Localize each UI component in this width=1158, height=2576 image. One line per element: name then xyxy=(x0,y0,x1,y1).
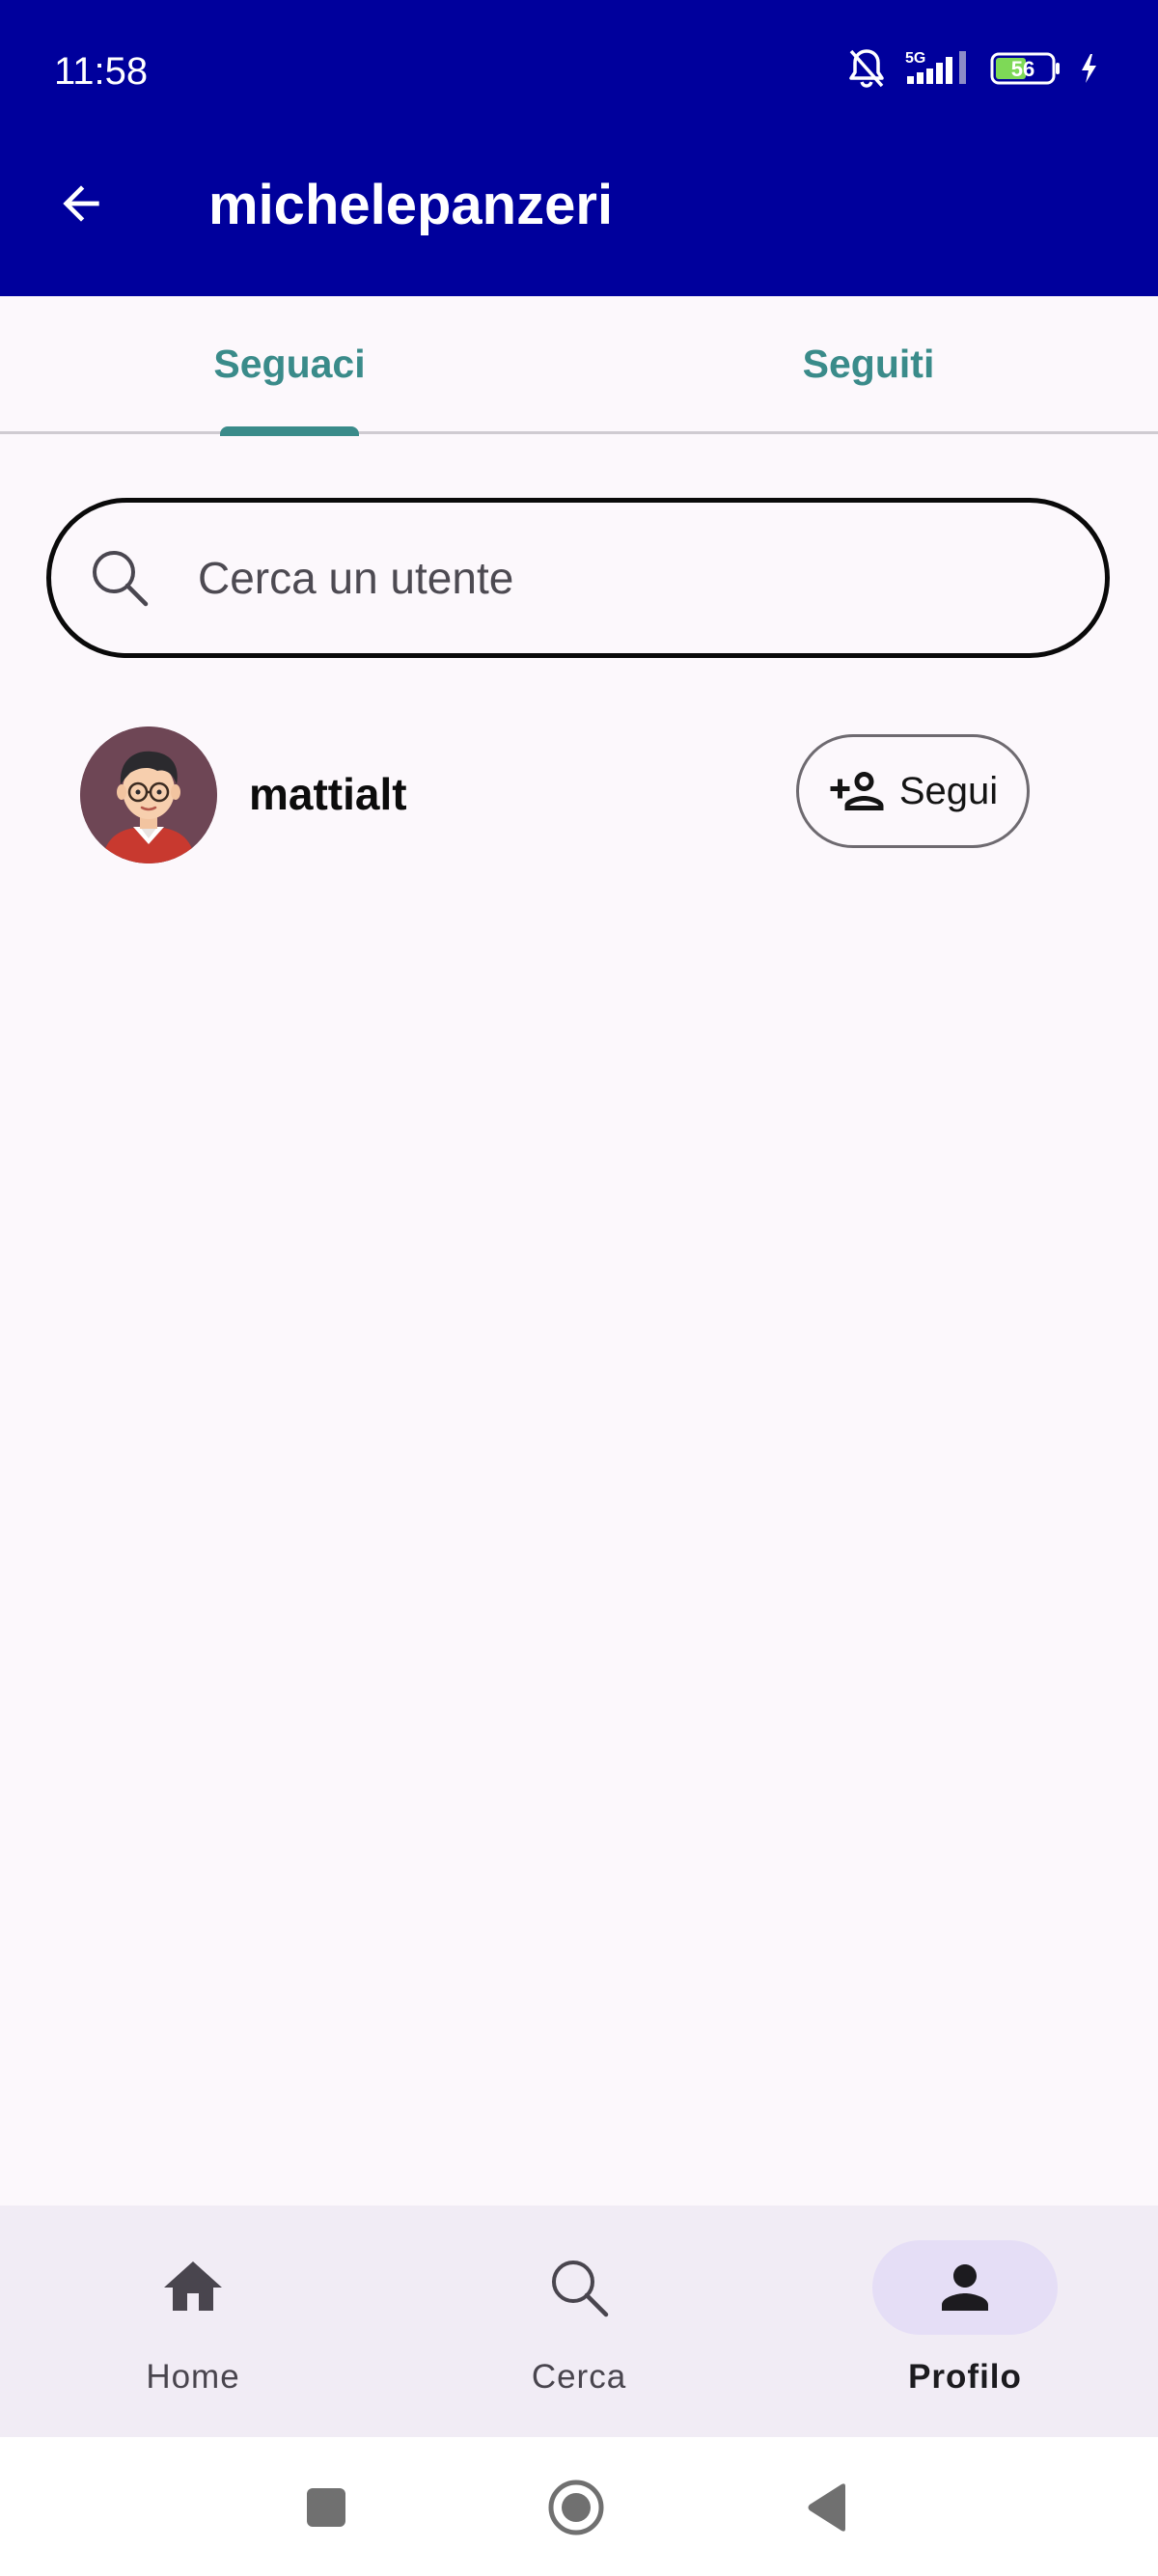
tab-seguiti-label: Seguiti xyxy=(802,341,935,386)
nav-label-profilo: Profilo xyxy=(908,2358,1022,2396)
nav-label-home: Home xyxy=(146,2358,240,2396)
back-button[interactable] xyxy=(42,165,120,242)
home-icon xyxy=(164,2261,222,2311)
person-add-icon xyxy=(830,772,884,810)
bottom-navigation: Home Cerca Profilo xyxy=(0,2206,1158,2437)
tab-seguiti[interactable]: Seguiti xyxy=(579,296,1158,431)
arrow-back-icon xyxy=(63,185,99,222)
nav-item-profilo[interactable]: Profilo xyxy=(772,2206,1158,2437)
tab-indicator xyxy=(220,426,359,436)
status-time: 11:58 xyxy=(54,50,149,93)
username[interactable]: mattialt xyxy=(249,767,407,821)
recents-button[interactable] xyxy=(283,2464,370,2551)
tab-seguaci-label: Seguaci xyxy=(213,341,366,386)
system-navigation-bar xyxy=(0,2437,1158,2576)
search-input[interactable] xyxy=(198,541,1047,615)
list-item[interactable]: mattialt Segui xyxy=(0,719,1158,873)
network-label: 5G xyxy=(905,50,925,67)
person-icon xyxy=(942,2264,988,2311)
nav-label-cerca: Cerca xyxy=(531,2358,627,2396)
avatar[interactable] xyxy=(80,726,217,863)
status-icons: 5G 56 xyxy=(847,44,1098,93)
app-header: 11:58 5G 56 michelepanzeri xyxy=(0,0,1158,296)
follow-button[interactable]: Segui xyxy=(796,734,1030,848)
battery-icon: 56 xyxy=(990,52,1062,85)
battery-level: 56 xyxy=(1010,57,1035,81)
tab-seguaci[interactable]: Seguaci xyxy=(0,296,579,431)
back-nav-button[interactable] xyxy=(784,2464,870,2551)
search-icon xyxy=(552,2261,609,2317)
search-field[interactable] xyxy=(46,498,1110,658)
search-icon xyxy=(86,544,153,612)
home-button[interactable] xyxy=(533,2464,620,2551)
square-icon xyxy=(307,2488,345,2527)
nav-item-cerca[interactable]: Cerca xyxy=(386,2206,772,2437)
nav-item-home[interactable]: Home xyxy=(0,2206,386,2437)
circle-icon xyxy=(548,2480,604,2535)
tab-bar: Seguaci Seguiti xyxy=(0,296,1158,436)
page-title: michelepanzeri xyxy=(208,174,614,236)
follow-button-label: Segui xyxy=(898,769,999,812)
bell-off-icon xyxy=(847,47,886,90)
signal-icon: 5G xyxy=(903,47,973,90)
charging-icon xyxy=(1079,52,1098,85)
triangle-back-icon xyxy=(808,2483,845,2532)
